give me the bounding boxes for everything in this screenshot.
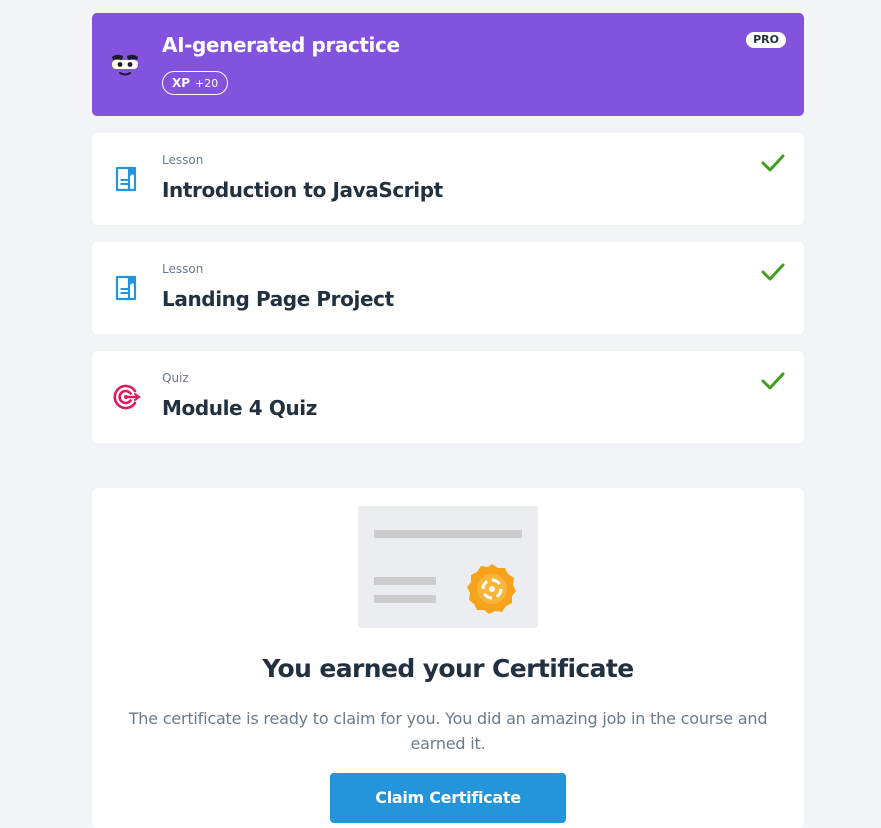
item-title: Module 4 Quiz xyxy=(162,396,317,420)
lesson-document-icon xyxy=(115,166,137,192)
xp-value: +20 xyxy=(195,76,219,90)
ai-practice-card[interactable]: AI-generated practice XP +20 PRO xyxy=(92,13,804,116)
practice-title: AI-generated practice xyxy=(162,33,400,57)
completed-check-icon xyxy=(761,263,785,281)
item-type-label: Lesson xyxy=(162,153,204,167)
completed-check-icon xyxy=(761,154,785,172)
claim-certificate-button[interactable]: Claim Certificate xyxy=(330,773,566,823)
certificate-icon xyxy=(358,506,538,628)
lesson-document-icon xyxy=(115,275,137,301)
certificate-description: The certificate is ready to claim for yo… xyxy=(128,709,768,753)
pro-badge: PRO xyxy=(746,32,786,48)
module-content-list: AI-generated practice XP +20 PRO Lesson … xyxy=(92,13,804,443)
quiz-target-icon xyxy=(113,384,141,410)
item-title: Landing Page Project xyxy=(162,287,394,311)
completed-check-icon xyxy=(761,372,785,390)
item-title: Introduction to JavaScript xyxy=(162,178,443,202)
quiz-item-module-4-quiz[interactable]: Quiz Module 4 Quiz xyxy=(92,351,804,443)
item-type-label: Lesson xyxy=(162,262,204,276)
xp-label: XP xyxy=(172,76,191,90)
certificate-title: You earned your Certificate xyxy=(262,654,634,683)
xp-badge: XP +20 xyxy=(162,71,229,95)
certificate-card: You earned your Certificate The certific… xyxy=(92,488,804,828)
lesson-item-introduction-to-javascript[interactable]: Lesson Introduction to JavaScript xyxy=(92,133,804,225)
mascot-face-icon xyxy=(112,54,138,76)
lesson-item-landing-page-project[interactable]: Lesson Landing Page Project xyxy=(92,242,804,334)
item-type-label: Quiz xyxy=(162,371,189,385)
